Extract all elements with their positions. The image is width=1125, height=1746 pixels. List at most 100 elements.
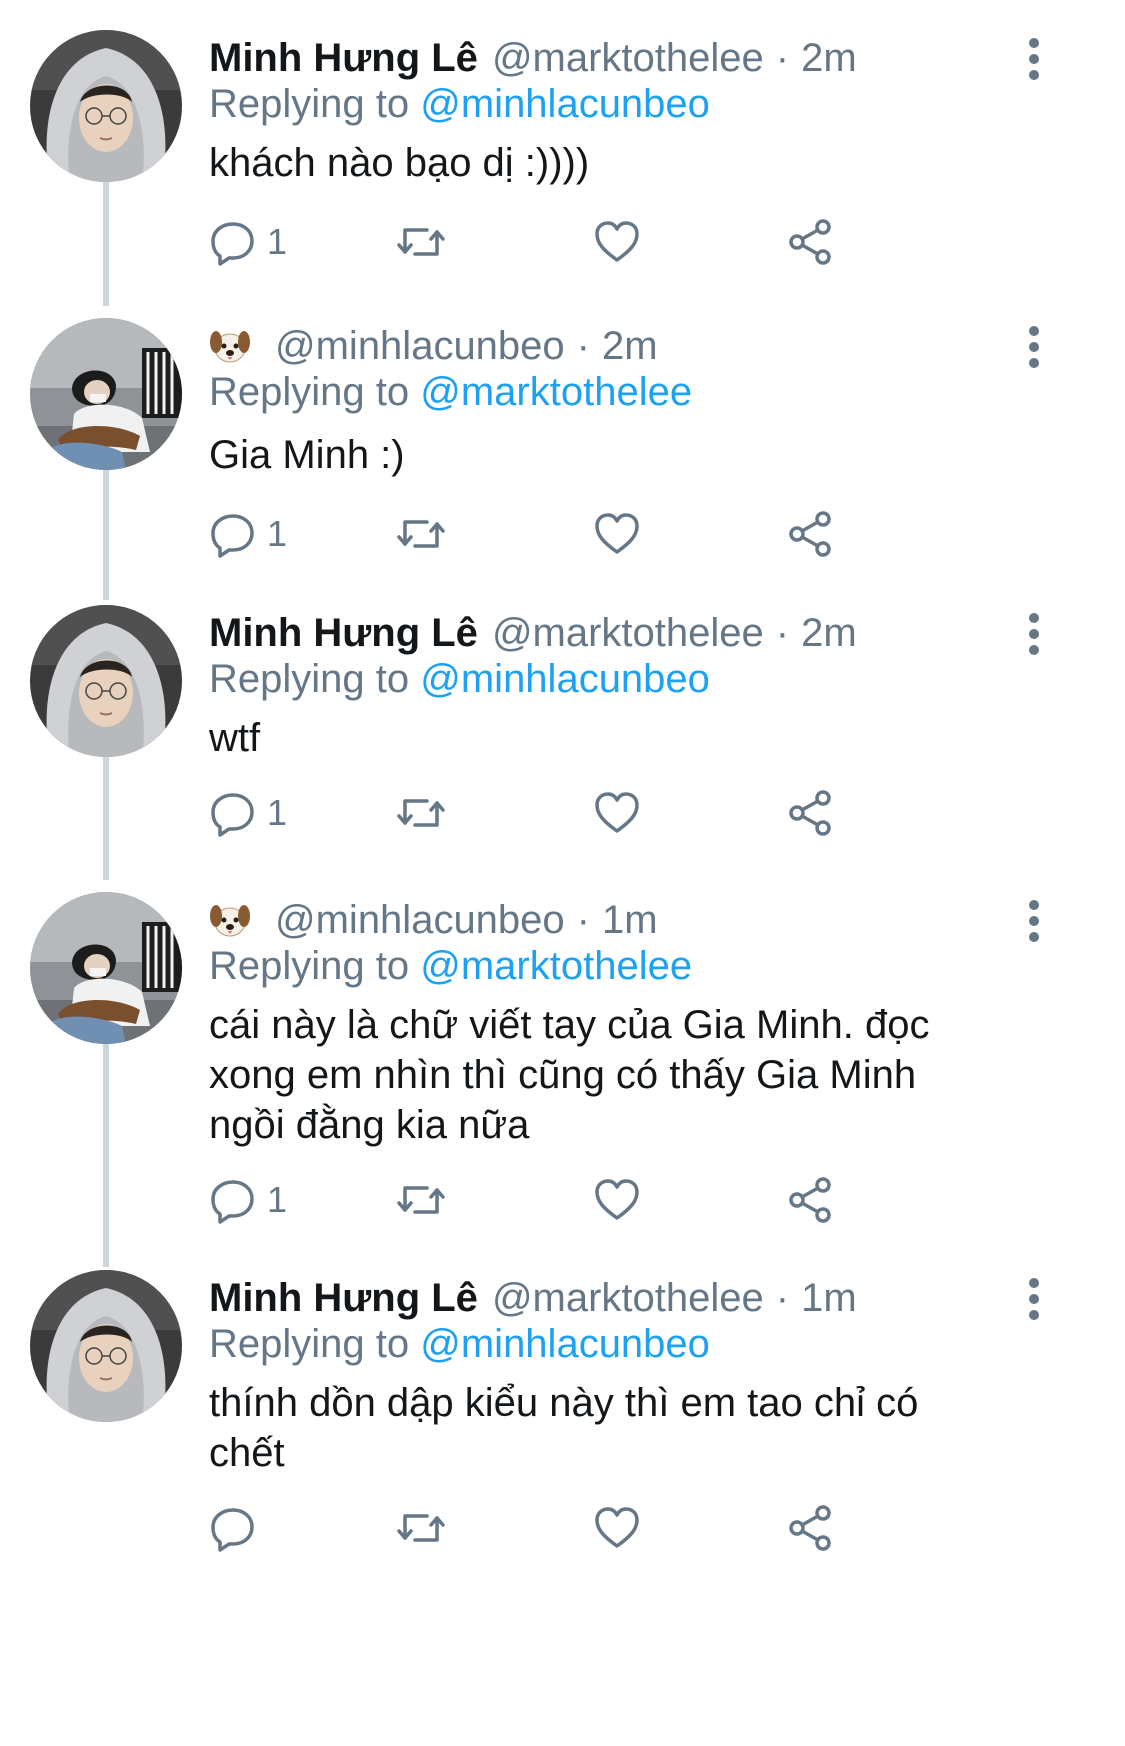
tweet[interactable]: Minh Hưng Lê @marktothelee · 2m Replying… xyxy=(0,605,1125,875)
tweet-text: khách nào bạo dị :)))) xyxy=(209,138,1009,188)
replying-to-label: Replying to xyxy=(209,82,410,126)
avatar[interactable] xyxy=(30,30,182,182)
share-icon xyxy=(787,218,835,266)
avatar[interactable] xyxy=(30,318,182,470)
timestamp[interactable]: 1m xyxy=(602,898,658,943)
like-button[interactable] xyxy=(593,787,641,839)
mention-link[interactable]: @minhlacunbeo xyxy=(420,657,710,701)
user-handle[interactable]: @minhlacunbeo xyxy=(275,324,565,369)
heart-icon xyxy=(593,1176,641,1224)
mention-link[interactable]: @marktothelee xyxy=(420,944,692,988)
share-button[interactable] xyxy=(787,1502,835,1554)
tweet[interactable]: Minh Hưng Lê @marktothelee · 1m Replying… xyxy=(0,1270,1125,1740)
avatar-image xyxy=(30,30,182,182)
tweet-header: @minhlacunbeo · 2m xyxy=(209,318,658,374)
avatar-image xyxy=(30,892,182,1044)
timestamp[interactable]: 2m xyxy=(602,324,658,369)
retweet-icon xyxy=(397,789,445,837)
reply-button[interactable]: 1 xyxy=(209,216,287,268)
avatar[interactable] xyxy=(30,605,182,757)
tweet-text-line: chết xyxy=(209,1431,285,1475)
retweet-button[interactable] xyxy=(397,216,445,268)
mention-link[interactable]: @minhlacunbeo xyxy=(420,1322,710,1366)
tweet-header: Minh Hưng Lê @marktothelee · 2m xyxy=(209,30,857,86)
tweet-text-line: ngồi đằng kia nữa xyxy=(209,1103,530,1147)
user-handle[interactable]: @marktothelee xyxy=(492,36,764,81)
tweet-header: @minhlacunbeo · 1m xyxy=(209,892,658,948)
tweet-text-line: cái này là chữ viết tay của Gia Minh. đọ… xyxy=(209,1003,930,1047)
retweet-button[interactable] xyxy=(397,1174,445,1226)
user-handle[interactable]: @minhlacunbeo xyxy=(275,898,565,943)
tweet-header: Minh Hưng Lê @marktothelee · 2m xyxy=(209,605,857,661)
more-options-icon[interactable] xyxy=(1016,609,1052,659)
replying-to: Replying to @minhlacunbeo xyxy=(209,1322,710,1367)
share-button[interactable] xyxy=(787,1174,835,1226)
tweet-text: wtf xyxy=(209,713,1009,763)
replying-to-label: Replying to xyxy=(209,944,410,988)
separator-dot: · xyxy=(775,610,790,655)
heart-icon xyxy=(593,218,641,266)
tweet-text-line: wtf xyxy=(209,716,261,760)
more-options-icon[interactable] xyxy=(1016,896,1052,946)
reply-button[interactable]: 1 xyxy=(209,1174,287,1226)
timestamp[interactable]: 2m xyxy=(801,36,857,81)
replying-to: Replying to @minhlacunbeo xyxy=(209,82,710,127)
retweet-icon xyxy=(397,218,445,266)
tweet-header: Minh Hưng Lê @marktothelee · 1m xyxy=(209,1270,857,1326)
mention-link[interactable]: @minhlacunbeo xyxy=(420,82,710,126)
display-name[interactable]: Minh Hưng Lê xyxy=(209,1276,478,1321)
tweet[interactable]: @minhlacunbeo · 2m Replying to @marktoth… xyxy=(0,318,1125,588)
heart-icon xyxy=(593,789,641,837)
mention-link[interactable]: @marktothelee xyxy=(420,370,692,414)
more-options-icon[interactable] xyxy=(1016,34,1052,84)
reply-count: 1 xyxy=(267,1179,288,1220)
dog-face-icon[interactable] xyxy=(209,899,251,941)
timestamp[interactable]: 2m xyxy=(801,611,857,656)
like-button[interactable] xyxy=(593,1174,641,1226)
share-button[interactable] xyxy=(787,508,835,560)
avatar[interactable] xyxy=(30,892,182,1044)
retweet-icon xyxy=(397,1176,445,1224)
tweet-actions xyxy=(209,1502,909,1554)
replying-to: Replying to @marktothelee xyxy=(209,944,692,989)
heart-icon xyxy=(593,510,641,558)
reply-button[interactable] xyxy=(209,1502,257,1554)
tweet-text: thính dồn dập kiểu này thì em tao chỉ có… xyxy=(209,1378,1009,1478)
separator-dot: · xyxy=(576,323,590,368)
tweet[interactable]: @minhlacunbeo · 1m Replying to @marktoth… xyxy=(0,892,1125,1262)
display-name[interactable]: Minh Hưng Lê xyxy=(209,611,478,656)
share-button[interactable] xyxy=(787,787,835,839)
reply-count: 1 xyxy=(267,792,288,833)
more-options-icon[interactable] xyxy=(1016,322,1052,372)
tweet[interactable]: Minh Hưng Lê @marktothelee · 2m Replying… xyxy=(0,30,1125,300)
like-button[interactable] xyxy=(593,508,641,560)
replying-to: Replying to @minhlacunbeo xyxy=(209,657,710,702)
retweet-button[interactable] xyxy=(397,1502,445,1554)
share-icon xyxy=(787,1176,835,1224)
avatar-image xyxy=(30,318,182,470)
retweet-button[interactable] xyxy=(397,787,445,839)
retweet-button[interactable] xyxy=(397,508,445,560)
retweet-icon xyxy=(397,1504,445,1552)
tweet-text-line: khách nào bạo dị :)))) xyxy=(209,141,590,185)
tweet-text-line: Gia Minh :) xyxy=(209,433,405,477)
reply-count: 1 xyxy=(267,513,288,554)
share-button[interactable] xyxy=(787,216,835,268)
like-button[interactable] xyxy=(593,216,641,268)
timestamp[interactable]: 1m xyxy=(801,1276,857,1321)
user-handle[interactable]: @marktothelee xyxy=(492,611,764,656)
user-handle[interactable]: @marktothelee xyxy=(492,1276,764,1321)
display-name[interactable]: Minh Hưng Lê xyxy=(209,36,478,81)
tweet-text: cái này là chữ viết tay của Gia Minh. đọ… xyxy=(209,1000,1009,1150)
tweet-text-line: xong em nhìn thì cũng có thấy Gia Minh xyxy=(209,1053,917,1097)
tweet-actions: 1 xyxy=(209,787,909,839)
reply-button[interactable]: 1 xyxy=(209,508,287,560)
dog-face-icon[interactable] xyxy=(209,325,251,367)
like-button[interactable] xyxy=(593,1502,641,1554)
tweet-actions: 1 xyxy=(209,1174,909,1226)
reply-button[interactable]: 1 xyxy=(209,787,287,839)
avatar[interactable] xyxy=(30,1270,182,1422)
replying-to-label: Replying to xyxy=(209,657,410,701)
reply-icon xyxy=(209,510,257,558)
more-options-icon[interactable] xyxy=(1016,1274,1052,1324)
